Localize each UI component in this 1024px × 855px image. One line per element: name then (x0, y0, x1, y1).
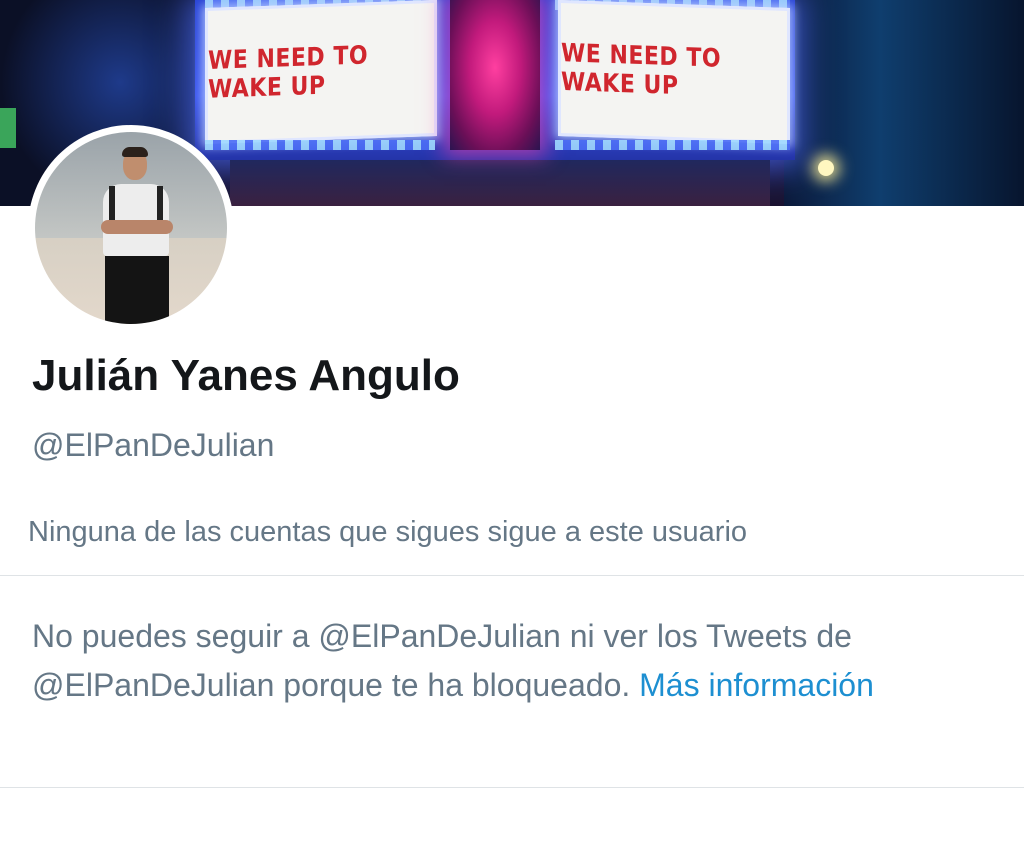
marquee-sign-right-text: WE NEED TO WAKE UP (561, 39, 722, 101)
profile-handle: @ElPanDeJulian (32, 427, 275, 463)
marquee-sign-left: WE NEED TO WAKE UP (205, 0, 437, 145)
profile-avatar[interactable] (28, 125, 234, 331)
avatar-person-hair (122, 147, 148, 157)
marquee-sign-right: WE NEED TO WAKE UP (558, 0, 790, 145)
marquee-ornament (450, 0, 540, 150)
divider (0, 575, 1024, 576)
avatar-person-legs (105, 256, 169, 324)
marquee-wave-bottom-right (555, 140, 790, 150)
avatar-person-arms (101, 220, 173, 234)
marquee-underside (230, 160, 770, 206)
marquee-wave-bottom-left (205, 140, 435, 150)
banner-right-glow (784, 0, 1024, 206)
street-lamp (818, 160, 834, 176)
followers-you-know[interactable]: Ninguna de las cuentas que sigues sigue … (28, 513, 747, 551)
banner-green-sign (0, 108, 16, 148)
blocked-notice: No puedes seguir a @ElPanDeJulian ni ver… (32, 612, 992, 710)
more-info-link[interactable]: Más información (639, 667, 874, 703)
divider (0, 787, 1024, 788)
marquee-sign-left-text: WE NEED TO WAKE UP (208, 41, 369, 105)
profile-name: Julián Yanes Angulo (32, 351, 460, 400)
